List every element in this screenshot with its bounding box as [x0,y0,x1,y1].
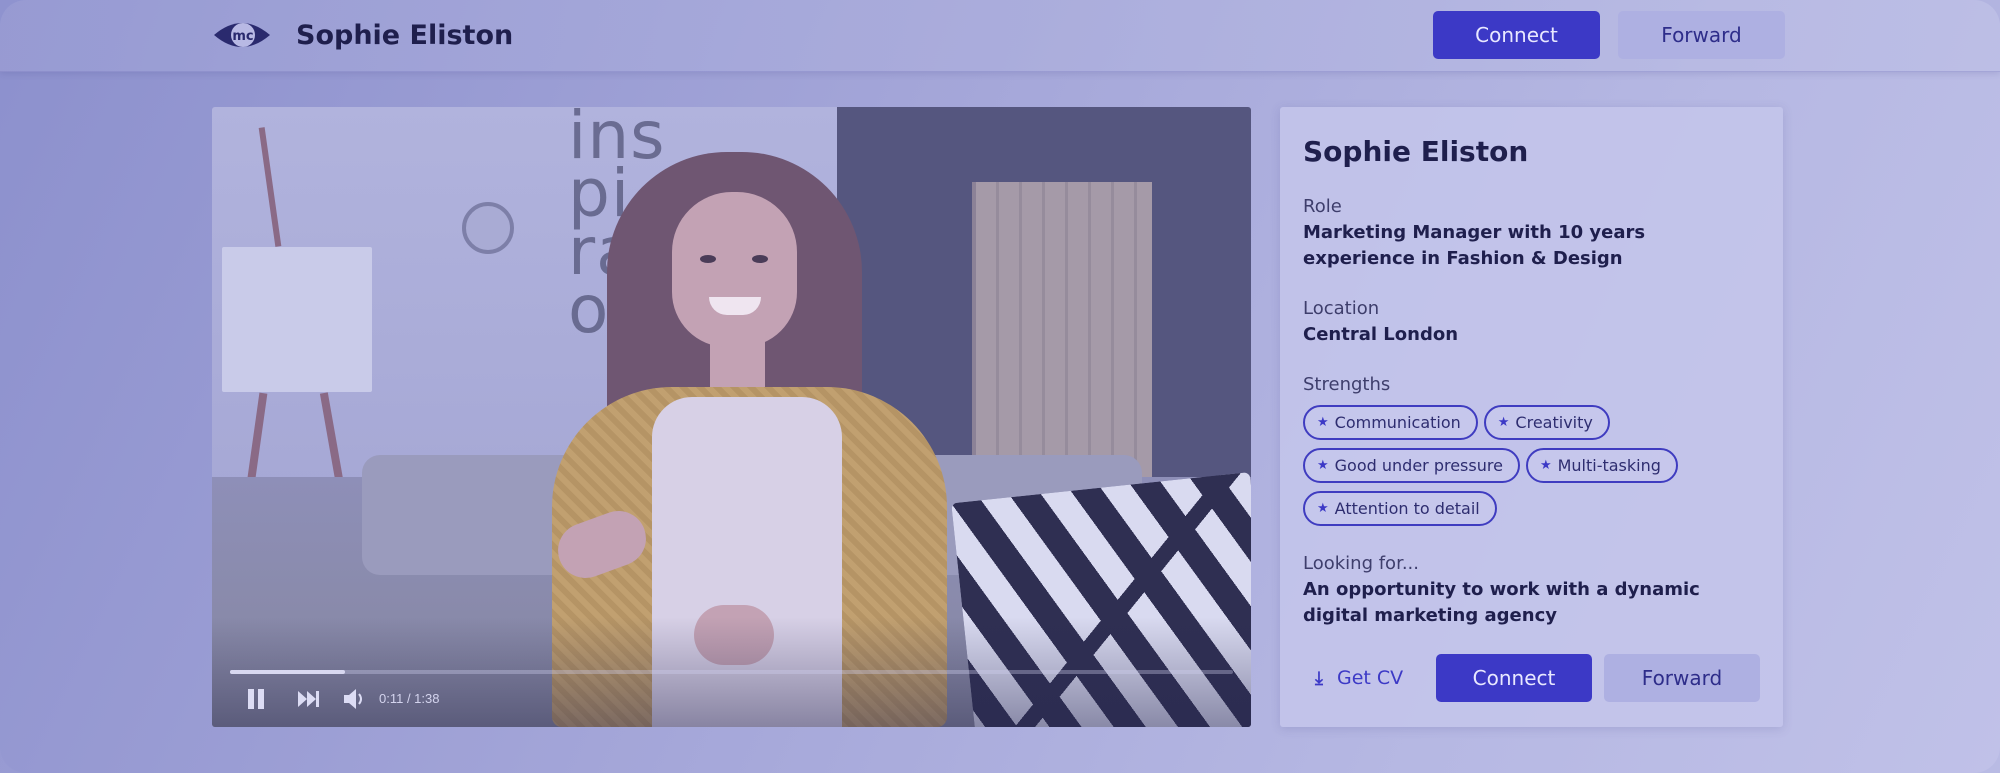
strength-chip: ★ Multi-tasking [1525,448,1678,483]
header-candidate-name: Sophie Eliston [296,20,514,51]
location-label: Location [1303,298,1380,319]
location-value: Central London [1303,324,1459,345]
card-connect-button[interactable]: Connect [1436,654,1592,702]
video-player[interactable]: ins pi rati on [212,107,1251,727]
strength-chip: ★ Communication [1303,405,1478,440]
video-time: 0:11 / 1:38 [379,691,440,706]
role-label: Role [1303,196,1342,217]
download-icon: ⤓ [1315,667,1323,689]
logo-text: mc [232,29,253,44]
volume-icon[interactable] [342,687,368,711]
easel [222,247,372,392]
strength-chip: ★ Creativity [1483,405,1610,440]
star-icon: ★ [1317,501,1329,516]
star-icon: ★ [1497,415,1510,430]
strengths-list: ★ Communication ★ Creativity ★ Good under pr… [1303,405,1773,534]
header-connect-button[interactable]: Connect [1433,11,1600,59]
top-bar: mc Sophie Eliston Connect Forward [0,0,2000,72]
card-forward-button[interactable]: Forward [1604,654,1760,702]
video-progress-bar[interactable] [230,670,1233,674]
profile-card: Sophie Eliston Role Marketing Manager wi… [1280,107,1783,727]
next-icon[interactable] [297,689,321,709]
pause-icon[interactable] [246,689,266,709]
video-progress-fill [230,670,346,674]
strengths-label: Strengths [1303,374,1391,395]
star-icon: ★ [1317,415,1329,430]
role-value: Marketing Manager with 10 years experien… [1303,222,1646,269]
profile-name: Sophie Eliston [1303,135,1529,168]
star-icon: ★ [1317,458,1329,473]
header-forward-button[interactable]: Forward [1618,11,1785,59]
eye-logo-icon[interactable]: mc [212,15,272,55]
looking-for-value: An opportunity to work with a dynamic di… [1303,579,1700,626]
star-icon: ★ [1539,458,1552,473]
strength-chip: ★ Good under pressure [1303,448,1520,483]
app-frame: mc Sophie Eliston Connect Forward ins pi… [0,0,2000,773]
strength-chip: ★ Attention to detail [1303,491,1497,526]
wall-clock [462,202,514,254]
get-cv-button[interactable]: ⤓ Get CV [1315,654,1403,702]
looking-for-label: Looking for... [1303,553,1419,574]
